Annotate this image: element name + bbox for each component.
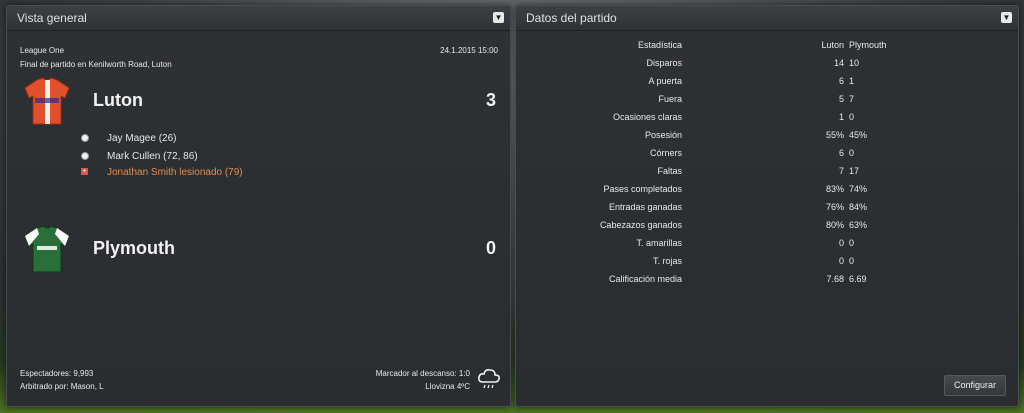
stat-label: Pases completados [603, 184, 682, 194]
match-stats-panel-header: Datos del partido ▼ [516, 6, 1018, 31]
competition-label: League One [20, 46, 65, 55]
goal-ball-icon [81, 152, 89, 160]
stat-row: Posesión 55% 45% [516, 130, 1016, 148]
home-team-name: Luton [93, 90, 143, 110]
stat-row: A puerta 6 1 [516, 76, 1016, 94]
match-event-text: Jay Magee (26) [107, 133, 177, 144]
match-datetime: 24.1.2015 15:00 [440, 46, 498, 55]
stat-row: Córners 6 0 [516, 148, 1016, 166]
stat-home-value: 5 [838, 94, 844, 104]
stat-row: T. amarillas 0 0 [516, 238, 1016, 256]
stat-label: Calificación media [608, 274, 682, 284]
stat-away-value: 6.69 [849, 274, 867, 284]
stat-label: Córners [649, 148, 682, 158]
stat-label: Faltas [657, 166, 682, 176]
away-team-score: 0 [485, 238, 496, 258]
stat-home-value: 1 [838, 112, 844, 122]
stat-home-value: 7.68 [826, 274, 844, 284]
stat-label: T. amarillas [636, 238, 682, 248]
stat-away-value: 74% [849, 184, 868, 194]
match-stats-panel-title: Datos del partido [526, 11, 617, 25]
overview-panel: Vista general ▼ League One 24.1.2015 15:… [6, 5, 511, 407]
away-kit-shirt-icon [24, 225, 70, 273]
stat-home-value: 55% [825, 130, 844, 140]
match-event-text: Mark Cullen (72, 86) [107, 151, 198, 162]
stat-label: T. rojas [652, 256, 682, 266]
halftime-score-text: Marcador al descanso: 1:0 [375, 369, 470, 378]
stat-label: Cabezazos ganados [599, 220, 682, 230]
configure-button[interactable]: Configurar [944, 375, 1006, 396]
stat-home-value: 0 [838, 238, 844, 248]
weather-text: Llovizna 4ºC [425, 382, 470, 391]
stats-header-row: Estadística Luton Plymouth [516, 40, 1016, 58]
stat-label: Fuera [658, 94, 682, 104]
injury-cross-icon: + [81, 168, 88, 175]
match-event-goal: Mark Cullen (72, 86) [81, 151, 198, 162]
rain-cloud-icon [478, 369, 500, 389]
stat-away-value: 63% [849, 220, 868, 230]
stat-label: Posesión [644, 130, 682, 140]
match-event-injury: + Jonathan Smith lesionado (79) [81, 167, 243, 178]
away-team-name: Plymouth [93, 238, 176, 258]
stat-away-value: 45% [849, 130, 868, 140]
stat-away-value: 0 [849, 256, 855, 266]
stats-header-away: Plymouth [849, 40, 887, 50]
stat-row: Faltas 7 17 [516, 166, 1016, 184]
stats-header-label: Estadística [637, 40, 682, 50]
overview-panel-title: Vista general [17, 11, 87, 25]
stat-home-value: 14 [833, 58, 844, 68]
stat-home-value: 0 [838, 256, 844, 266]
stat-away-value: 17 [849, 166, 860, 176]
stat-label: Ocasiones claras [612, 112, 682, 122]
stat-row: Disparos 14 10 [516, 58, 1016, 76]
stat-label: A puerta [648, 76, 682, 86]
stat-row: Calificación media 7.68 6.69 [516, 274, 1016, 292]
stat-home-value: 83% [825, 184, 844, 194]
stat-home-value: 7 [838, 166, 844, 176]
stat-away-value: 84% [849, 202, 868, 212]
match-event-text: Jonathan Smith lesionado (79) [107, 167, 243, 178]
stat-away-value: 10 [849, 58, 860, 68]
stat-row: Fuera 5 7 [516, 94, 1016, 112]
stat-away-value: 0 [849, 148, 855, 158]
stat-home-value: 76% [825, 202, 844, 212]
referee-text: Arbitrado por: Mason, L [20, 382, 104, 391]
stat-row: Pases completados 83% 74% [516, 184, 1016, 202]
stat-home-value: 6 [838, 148, 844, 158]
home-kit-shirt-icon [24, 77, 70, 125]
attendance-text: Espectadores: 9,993 [20, 369, 94, 378]
stat-away-value: 7 [849, 94, 855, 104]
stat-away-value: 1 [849, 76, 855, 86]
goal-ball-icon [81, 134, 89, 142]
home-team-score: 3 [485, 90, 496, 110]
stats-header-home: Luton [821, 40, 844, 50]
overview-panel-header: Vista general ▼ [7, 6, 510, 31]
match-stats-panel-menu-button[interactable]: ▼ [1001, 12, 1012, 23]
overview-panel-menu-button[interactable]: ▼ [493, 12, 504, 23]
stat-away-value: 0 [849, 112, 855, 122]
match-stats-panel: Datos del partido ▼ Estadística Luton Pl… [515, 5, 1019, 407]
match-result-line: Final de partido en Kenilworth Road, Lut… [20, 60, 172, 69]
stat-home-value: 80% [825, 220, 844, 230]
stat-row: T. rojas 0 0 [516, 256, 1016, 274]
stat-row: Cabezazos ganados 80% 63% [516, 220, 1016, 238]
stat-label: Disparos [646, 58, 682, 68]
match-event-goal: Jay Magee (26) [81, 133, 177, 144]
stat-away-value: 0 [849, 238, 855, 248]
stat-row: Ocasiones claras 1 0 [516, 112, 1016, 130]
stat-label: Entradas ganadas [608, 202, 682, 212]
stat-home-value: 6 [838, 76, 844, 86]
stat-row: Entradas ganadas 76% 84% [516, 202, 1016, 220]
